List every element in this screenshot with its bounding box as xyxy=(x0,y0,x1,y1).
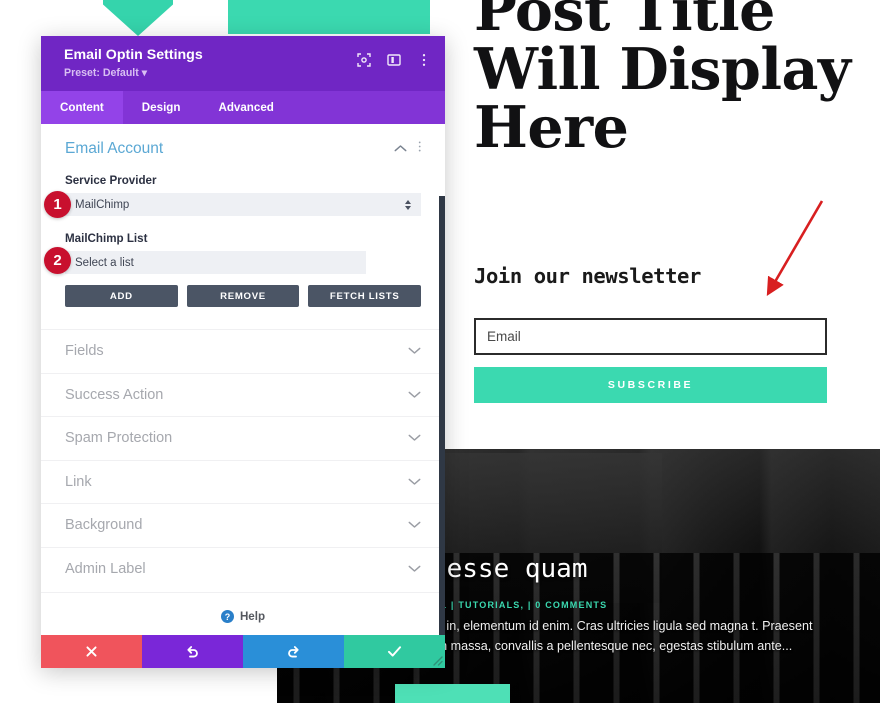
chevron-down-icon xyxy=(408,516,421,534)
email-input[interactable]: Email xyxy=(474,318,827,355)
service-provider-value: MailChimp xyxy=(75,198,130,211)
kebab-menu-icon[interactable] xyxy=(416,52,431,67)
email-input-placeholder: Email xyxy=(487,329,521,344)
post-card-excerpt: acinia in, elementum id enim. Cras ultri… xyxy=(410,619,813,654)
accordion-label: Fields xyxy=(65,343,104,360)
email-account-section-title: Email Account xyxy=(65,140,164,157)
modal-scrollbar-thumb[interactable] xyxy=(439,196,445,635)
accordion-label: Success Action xyxy=(65,386,164,403)
undo-button[interactable] xyxy=(142,635,243,668)
accordion-section-fields[interactable]: Fields xyxy=(41,329,445,373)
subscribe-button[interactable]: SUBSCRIBE xyxy=(474,367,827,403)
tab-content[interactable]: Content xyxy=(41,91,123,124)
add-button[interactable]: ADD xyxy=(65,285,178,307)
service-provider-select[interactable]: MailChimp xyxy=(65,193,421,216)
close-icon xyxy=(86,646,97,657)
accordion-section-link[interactable]: Link xyxy=(41,459,445,504)
accordion-section-background[interactable]: Background xyxy=(41,503,445,547)
redo-icon xyxy=(288,646,299,658)
email-optin-settings-modal: Email Optin Settings Preset: Default ▾ C… xyxy=(41,36,445,668)
accordion-label: Admin Label xyxy=(65,560,146,577)
decorative-teal-shape-left xyxy=(103,0,173,36)
accordion-section-admin-label[interactable]: Admin Label xyxy=(41,546,445,591)
list-action-buttons: ADD REMOVE FETCH LISTS xyxy=(65,285,422,307)
mailchimp-list-select[interactable]: Select a list xyxy=(65,251,366,274)
section-header-actions xyxy=(394,140,421,158)
help-link[interactable]: Help xyxy=(240,610,265,623)
chevron-up-icon[interactable] xyxy=(394,140,407,158)
screenshot-root: Post Title Will Display Here Join our ne… xyxy=(0,0,880,703)
chevron-down-icon xyxy=(408,560,421,578)
mailchimp-list-label: MailChimp List xyxy=(65,232,148,245)
fetch-lists-button[interactable]: FETCH LISTS xyxy=(308,285,422,307)
chevron-down-icon xyxy=(408,429,421,447)
chevron-down-icon: ▾ xyxy=(141,67,148,79)
help-row: ? Help xyxy=(41,592,445,635)
service-provider-label: Service Provider xyxy=(65,174,157,187)
modal-preset-selector[interactable]: Preset: Default ▾ xyxy=(64,67,147,79)
select-stepper-icon xyxy=(405,199,411,210)
accordion-label: Spam Protection xyxy=(65,430,173,447)
modal-scrollbar-track[interactable] xyxy=(439,160,445,635)
cancel-button[interactable] xyxy=(41,635,142,668)
modal-body: Email Account Service Provider MailChimp… xyxy=(41,124,445,635)
decorative-teal-shape-right xyxy=(228,0,430,34)
tab-design[interactable]: Design xyxy=(123,91,200,124)
modal-preset-label: Preset: Default xyxy=(64,67,139,79)
modal-header-actions xyxy=(356,52,431,67)
post-card-cta-button[interactable] xyxy=(395,684,510,703)
newsletter-heading: Join our newsletter xyxy=(474,264,701,288)
remove-button[interactable]: REMOVE xyxy=(186,285,300,307)
section-kebab-menu-icon[interactable] xyxy=(418,140,421,158)
accordion-section-success-action[interactable]: Success Action xyxy=(41,372,445,417)
help-icon: ? xyxy=(220,610,234,623)
mailchimp-list-value: Select a list xyxy=(75,256,134,269)
annotation-arrow xyxy=(766,200,824,296)
chevron-down-icon xyxy=(408,473,421,491)
email-account-section-header[interactable]: Email Account xyxy=(41,124,445,174)
modal-title: Email Optin Settings xyxy=(64,47,203,63)
accordion-label: Link xyxy=(65,473,92,490)
resize-handle[interactable] xyxy=(430,653,443,666)
check-icon xyxy=(387,646,402,657)
post-title: Post Title Will Display Here xyxy=(474,0,851,162)
layout-panel-icon[interactable] xyxy=(386,52,401,67)
chevron-down-icon xyxy=(408,342,421,360)
modal-tabs: Content Design Advanced xyxy=(41,91,445,124)
callout-badge-1: 1 xyxy=(44,191,71,218)
tab-advanced[interactable]: Advanced xyxy=(199,91,292,124)
modal-footer xyxy=(41,635,445,668)
redo-button[interactable] xyxy=(243,635,344,668)
email-account-fields: Service Provider MailChimp MailChimp Lis… xyxy=(41,174,445,307)
modal-header: Email Optin Settings Preset: Default ▾ xyxy=(41,36,445,91)
chevron-down-icon xyxy=(408,386,421,404)
accordion-label: Background xyxy=(65,517,143,534)
undo-icon xyxy=(187,646,198,658)
accordion-section-spam-protection[interactable]: Spam Protection xyxy=(41,416,445,460)
callout-badge-2: 2 xyxy=(44,247,71,274)
focus-icon[interactable] xyxy=(356,52,371,67)
